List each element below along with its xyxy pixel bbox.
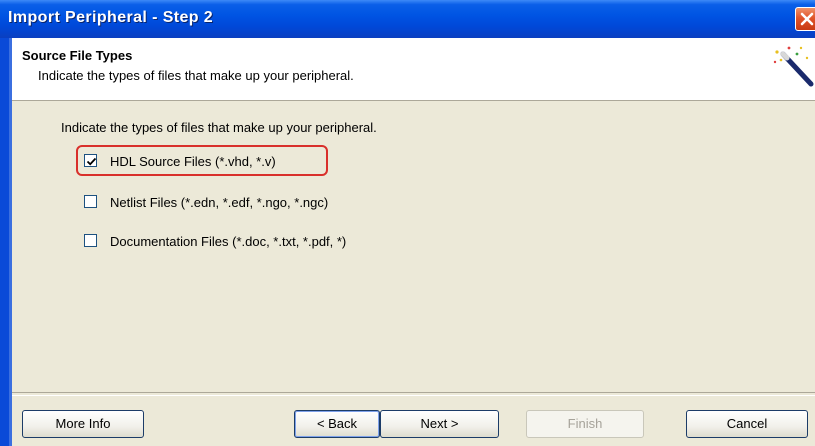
netlist-label[interactable]: Netlist Files (*.edn, *.edf, *.ngo, *.ng… xyxy=(110,195,328,210)
finish-button: Finish xyxy=(526,410,644,438)
next-button[interactable]: Next > xyxy=(380,410,499,438)
back-button[interactable]: < Back xyxy=(294,410,380,438)
close-icon xyxy=(800,12,814,26)
hdl-checkbox[interactable] xyxy=(84,154,97,167)
title-bar[interactable]: Import Peripheral - Step 2 xyxy=(0,0,815,38)
wizard-header: Source File Types Indicate the types of … xyxy=(12,38,815,101)
instruction-text: Indicate the types of files that make up… xyxy=(61,120,377,135)
magic-wand-icon xyxy=(771,44,815,92)
header-title: Source File Types xyxy=(22,48,133,63)
window-title: Import Peripheral - Step 2 xyxy=(8,9,214,26)
more-info-button[interactable]: More Info xyxy=(22,410,144,438)
header-subtitle: Indicate the types of files that make up… xyxy=(38,68,354,83)
cancel-button[interactable]: Cancel xyxy=(686,410,808,438)
window-left-border xyxy=(0,38,12,446)
button-bar-divider xyxy=(12,392,815,396)
close-button[interactable] xyxy=(795,7,815,31)
documentation-checkbox[interactable] xyxy=(84,234,97,247)
netlist-checkbox[interactable] xyxy=(84,195,97,208)
checkmark-icon xyxy=(86,157,97,166)
hdl-label[interactable]: HDL Source Files (*.vhd, *.v) xyxy=(110,154,276,169)
documentation-label[interactable]: Documentation Files (*.doc, *.txt, *.pdf… xyxy=(110,234,346,249)
